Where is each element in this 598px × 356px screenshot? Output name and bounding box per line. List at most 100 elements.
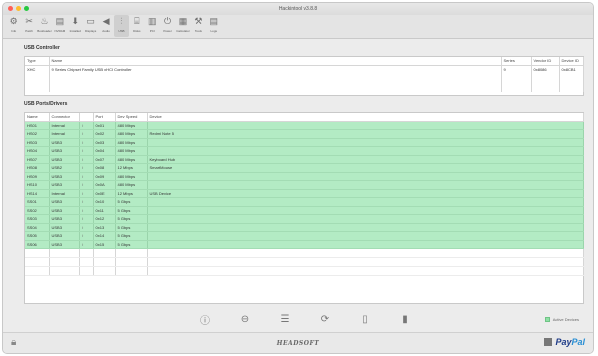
table-cell: USB3 [49, 197, 80, 207]
table-cell [147, 121, 584, 130]
table-row[interactable]: HS14 Internal ↕ 0x0E 12 Mbps USB Device [25, 189, 584, 198]
column-header[interactable]: Device ID [559, 57, 584, 66]
table-cell: HS03 [25, 138, 50, 147]
empty-row [25, 257, 584, 267]
table-row[interactable]: SS01 USB3 ↕ 0x10 5 Gbps [25, 197, 584, 207]
table-cell: USB3 [49, 172, 80, 181]
toolbar-tab-disks[interactable]: ⌸ Disks [129, 15, 144, 37]
column-header[interactable]: Type [25, 57, 50, 66]
table-cell [115, 248, 148, 258]
connector-select[interactable]: ↕ [79, 214, 94, 224]
table-row[interactable]: HS10 USB3 ↕ 0x0A 480 Mbps [25, 180, 584, 190]
table-cell: 5 Gbps [115, 240, 148, 249]
toolbar-tab-logs[interactable]: ▤ Logs [206, 15, 221, 37]
info-icon: ⓘ [200, 315, 210, 327]
import-button[interactable]: ▯ [353, 311, 377, 327]
refresh-button[interactable]: ⟳ [313, 311, 337, 327]
table-cell [531, 74, 560, 83]
toolbar-tab-nvram[interactable]: ▤ NVRAM [52, 15, 67, 37]
connector-select[interactable]: ↕ [79, 129, 94, 139]
toolbar-tab-pci[interactable]: ▥ PCI [145, 15, 160, 37]
table-cell: 480 Mbps [115, 146, 148, 156]
table-cell [147, 240, 584, 249]
table-cell [49, 83, 502, 92]
column-header[interactable] [79, 113, 94, 122]
table-cell [49, 74, 502, 83]
empty-row [25, 83, 584, 92]
export-button[interactable]: ▮ [393, 311, 417, 327]
toolbar-tab-usb[interactable]: ⫶ USB [113, 15, 130, 37]
column-header[interactable]: Vendor ID [531, 57, 560, 66]
table-cell: USB3 [49, 146, 80, 156]
remove-button[interactable]: ⊖ [233, 311, 257, 327]
table-row[interactable]: HS07 USB3 ↕ 0x07 480 Mbps Keyboard Hub [25, 155, 584, 164]
connector-select[interactable]: ↕ [79, 138, 94, 147]
table-cell [93, 257, 116, 267]
table-row[interactable]: HS09 USB3 ↕ 0x09 480 Mbps [25, 172, 584, 181]
table-row[interactable]: HS02 Internal ↕ 0x02 480 Mbps Redmi Note 5 [25, 129, 584, 139]
toolbar-tab-patch[interactable]: ✂ Patch [21, 15, 36, 37]
toolbar-tab-audio[interactable]: ◀ Audio [98, 15, 113, 37]
column-header[interactable]: Series [501, 57, 532, 66]
table-row[interactable]: HS03 USB3 ↕ 0x03 480 Mbps [25, 138, 584, 147]
donate-button[interactable]: PayPal [544, 337, 585, 347]
connector-select[interactable]: ↕ [79, 197, 94, 207]
toolbar-tab-label: Disks [133, 29, 141, 33]
connector-select[interactable]: ↕ [79, 206, 94, 215]
connector-select[interactable]: ↕ [79, 155, 94, 164]
table-cell: USB2 [49, 163, 80, 173]
table-cell: 480 Mbps [115, 155, 148, 164]
column-header[interactable]: Connector [49, 113, 80, 122]
table-row[interactable]: SS03 USB3 ↕ 0x12 5 Gbps [25, 214, 584, 224]
toolbar-tab-calculator[interactable]: ▦ Calculator [175, 15, 190, 37]
connector-select[interactable]: ↕ [79, 172, 94, 181]
table-cell: 0x11 [93, 206, 116, 215]
column-header[interactable]: Port [93, 113, 116, 122]
table-row[interactable]: XHC 9 Series Chipset Family USB xHCI Cont… [25, 65, 584, 74]
table-cell: Keyboard Hub [147, 155, 584, 164]
table-cell [147, 223, 584, 232]
bootloader-icon: ♨ [40, 16, 49, 26]
table-cell: HS01 [25, 121, 50, 130]
connector-select[interactable]: ↕ [79, 240, 94, 249]
info-button[interactable]: ⓘ [193, 311, 217, 327]
column-header[interactable]: Name [49, 57, 502, 66]
title-bar: Hackintool v3.8.8 [3, 3, 593, 15]
column-header[interactable]: Dev Speed [115, 113, 148, 122]
connector-select[interactable]: ↕ [79, 231, 94, 241]
toolbar-tab-installed[interactable]: ⬇ Installed [68, 15, 83, 37]
table-row[interactable]: SS05 USB3 ↕ 0x14 5 Gbps [25, 231, 584, 241]
table-row[interactable]: SS04 USB3 ↕ 0x13 5 Gbps [25, 223, 584, 232]
table-cell: 5 Gbps [115, 197, 148, 207]
connector-select[interactable]: ↕ [79, 121, 94, 130]
table-cell [147, 206, 584, 215]
table-row[interactable]: HS08 USB2 ↕ 0x08 12 Mbps SmartMouse [25, 163, 584, 173]
table-row[interactable]: SS02 USB3 ↕ 0x11 5 Gbps [25, 206, 584, 215]
toolbar-tab-tools[interactable]: ⚒ Tools [191, 15, 206, 37]
table-row[interactable]: SS06 USB3 ↕ 0x15 5 Gbps [25, 240, 584, 249]
toolbar-tab-bootloader[interactable]: ♨ Bootloader [37, 15, 52, 37]
table-row[interactable]: HS01 Internal ↕ 0x01 480 Mbps [25, 121, 584, 130]
connector-select[interactable]: ↕ [79, 163, 94, 173]
connector-select[interactable]: ↕ [79, 180, 94, 190]
table-cell: SS04 [25, 223, 50, 232]
table-cell [79, 257, 94, 267]
table-cell [93, 266, 116, 276]
column-header[interactable]: Name [25, 113, 50, 122]
connector-select[interactable]: ↕ [79, 189, 94, 198]
toolbar-tab-power[interactable]: ⏻ Power [160, 15, 175, 37]
patch-icon: ✂ [25, 16, 33, 26]
connector-select[interactable]: ↕ [79, 223, 94, 232]
column-header[interactable]: Device [147, 113, 584, 122]
table-cell: SS06 [25, 240, 50, 249]
toolbar-tab-info[interactable]: ⚙ Info [6, 15, 21, 37]
table-row[interactable]: HS04 USB3 ↕ 0x04 480 Mbps [25, 146, 584, 156]
table-cell: 480 Mbps [115, 180, 148, 190]
table-cell: HS09 [25, 172, 50, 181]
toolbar-tab-label: Logs [210, 29, 218, 33]
toolbar-tab-displays[interactable]: ▭ Displays [83, 15, 98, 37]
table-cell [559, 83, 584, 92]
clear-button[interactable]: ☰ [273, 311, 297, 327]
brand-logo[interactable]: HEADSOFT [3, 340, 593, 347]
connector-select[interactable]: ↕ [79, 146, 94, 156]
